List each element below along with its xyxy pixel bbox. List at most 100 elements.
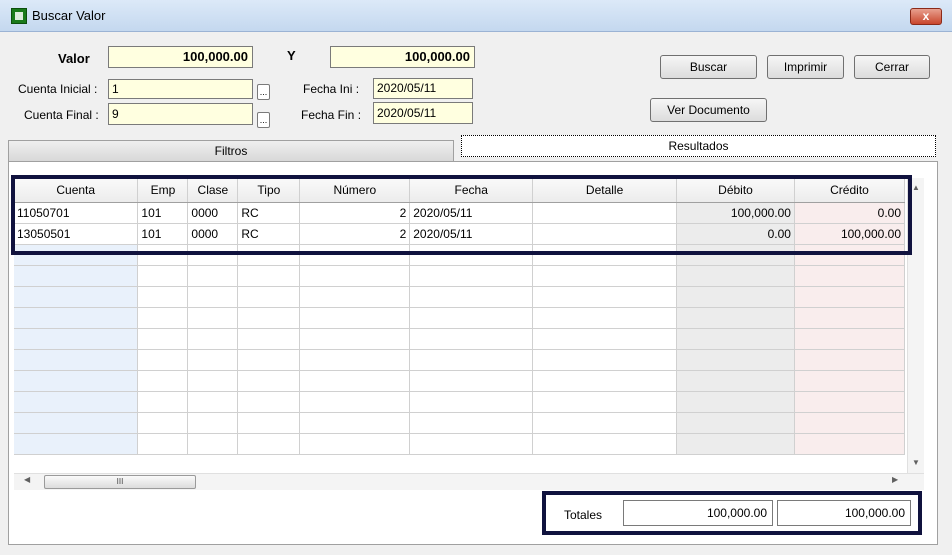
cuenta-inicial-lookup-button[interactable]: ... bbox=[257, 84, 270, 100]
table-cell[interactable] bbox=[14, 370, 139, 392]
table-cell[interactable] bbox=[14, 349, 139, 371]
table-cell[interactable] bbox=[532, 412, 678, 434]
table-cell[interactable] bbox=[137, 349, 189, 371]
table-cell[interactable] bbox=[532, 265, 678, 287]
table-cell[interactable] bbox=[532, 370, 678, 392]
table-cell[interactable] bbox=[237, 349, 301, 371]
table-cell[interactable] bbox=[299, 370, 411, 392]
table-cell[interactable] bbox=[794, 328, 905, 350]
table-cell[interactable] bbox=[137, 265, 189, 287]
table-cell[interactable] bbox=[409, 286, 534, 308]
valor-input[interactable]: 100,000.00 bbox=[108, 46, 253, 68]
table-cell[interactable] bbox=[676, 286, 795, 308]
imprimir-button[interactable]: Imprimir bbox=[767, 55, 844, 79]
empty-row[interactable] bbox=[14, 391, 905, 413]
table-cell[interactable] bbox=[676, 433, 795, 455]
table-cell[interactable] bbox=[237, 370, 301, 392]
table-cell[interactable] bbox=[299, 349, 411, 371]
table-cell[interactable] bbox=[187, 391, 239, 413]
table-cell[interactable] bbox=[187, 328, 239, 350]
empty-row[interactable] bbox=[14, 349, 905, 371]
table-cell[interactable] bbox=[14, 391, 139, 413]
table-cell[interactable] bbox=[409, 370, 534, 392]
table-cell[interactable] bbox=[14, 412, 139, 434]
table-cell[interactable] bbox=[409, 265, 534, 287]
empty-row[interactable] bbox=[14, 265, 905, 287]
table-cell[interactable] bbox=[187, 370, 239, 392]
table-cell[interactable] bbox=[237, 265, 301, 287]
table-cell[interactable] bbox=[794, 286, 905, 308]
empty-row[interactable] bbox=[14, 307, 905, 329]
table-cell[interactable] bbox=[794, 433, 905, 455]
cuenta-final-lookup-button[interactable]: ... bbox=[257, 112, 270, 128]
table-cell[interactable] bbox=[14, 265, 139, 287]
y-value-input[interactable]: 100,000.00 bbox=[330, 46, 475, 68]
table-cell[interactable] bbox=[14, 433, 139, 455]
table-cell[interactable] bbox=[532, 391, 678, 413]
table-cell[interactable] bbox=[676, 349, 795, 371]
table-cell[interactable] bbox=[237, 391, 301, 413]
table-cell[interactable] bbox=[532, 307, 678, 329]
table-cell[interactable] bbox=[299, 328, 411, 350]
table-cell[interactable] bbox=[409, 433, 534, 455]
table-cell[interactable] bbox=[794, 349, 905, 371]
horizontal-scrollbar[interactable]: ◀ III ▶ bbox=[14, 473, 924, 490]
table-cell[interactable] bbox=[299, 391, 411, 413]
empty-row[interactable] bbox=[14, 370, 905, 392]
table-cell[interactable] bbox=[532, 286, 678, 308]
table-cell[interactable] bbox=[409, 391, 534, 413]
table-cell[interactable] bbox=[187, 433, 239, 455]
table-cell[interactable] bbox=[237, 412, 301, 434]
tab-resultados[interactable]: Resultados bbox=[461, 135, 936, 157]
table-cell[interactable] bbox=[237, 307, 301, 329]
tab-filtros[interactable]: Filtros bbox=[8, 140, 454, 162]
horizontal-scroll-thumb[interactable]: III bbox=[44, 475, 196, 489]
table-cell[interactable] bbox=[137, 328, 189, 350]
table-cell[interactable] bbox=[137, 286, 189, 308]
table-cell[interactable] bbox=[409, 349, 534, 371]
buscar-button[interactable]: Buscar bbox=[660, 55, 757, 79]
table-cell[interactable] bbox=[14, 328, 139, 350]
table-cell[interactable] bbox=[14, 286, 139, 308]
empty-row[interactable] bbox=[14, 286, 905, 308]
empty-row[interactable] bbox=[14, 433, 905, 455]
table-cell[interactable] bbox=[299, 265, 411, 287]
table-cell[interactable] bbox=[299, 412, 411, 434]
table-cell[interactable] bbox=[237, 433, 301, 455]
table-cell[interactable] bbox=[794, 412, 905, 434]
table-cell[interactable] bbox=[409, 307, 534, 329]
table-cell[interactable] bbox=[237, 286, 301, 308]
table-cell[interactable] bbox=[187, 412, 239, 434]
scroll-down-icon[interactable]: ▼ bbox=[908, 458, 924, 467]
empty-row[interactable] bbox=[14, 412, 905, 434]
table-cell[interactable] bbox=[299, 307, 411, 329]
table-cell[interactable] bbox=[187, 265, 239, 287]
table-cell[interactable] bbox=[532, 349, 678, 371]
table-cell[interactable] bbox=[532, 328, 678, 350]
table-cell[interactable] bbox=[676, 370, 795, 392]
table-cell[interactable] bbox=[676, 391, 795, 413]
table-cell[interactable] bbox=[794, 391, 905, 413]
table-cell[interactable] bbox=[794, 307, 905, 329]
cerrar-button[interactable]: Cerrar bbox=[854, 55, 930, 79]
table-cell[interactable] bbox=[676, 265, 795, 287]
table-cell[interactable] bbox=[137, 412, 189, 434]
scroll-right-icon[interactable]: ▶ bbox=[892, 475, 898, 484]
table-cell[interactable] bbox=[676, 328, 795, 350]
table-cell[interactable] bbox=[187, 349, 239, 371]
cuenta-inicial-input[interactable]: 1 bbox=[108, 79, 253, 99]
table-cell[interactable] bbox=[409, 328, 534, 350]
empty-row[interactable] bbox=[14, 328, 905, 350]
table-cell[interactable] bbox=[299, 286, 411, 308]
table-cell[interactable] bbox=[237, 328, 301, 350]
table-cell[interactable] bbox=[676, 412, 795, 434]
table-cell[interactable] bbox=[14, 307, 139, 329]
table-cell[interactable] bbox=[676, 307, 795, 329]
table-cell[interactable] bbox=[137, 433, 189, 455]
scroll-left-icon[interactable]: ◀ bbox=[24, 475, 30, 484]
cuenta-final-input[interactable]: 9 bbox=[108, 103, 253, 125]
table-cell[interactable] bbox=[187, 307, 239, 329]
fecha-fin-input[interactable]: 2020/05/11 bbox=[373, 102, 473, 124]
table-cell[interactable] bbox=[409, 412, 534, 434]
fecha-ini-input[interactable]: 2020/05/11 bbox=[373, 78, 473, 99]
